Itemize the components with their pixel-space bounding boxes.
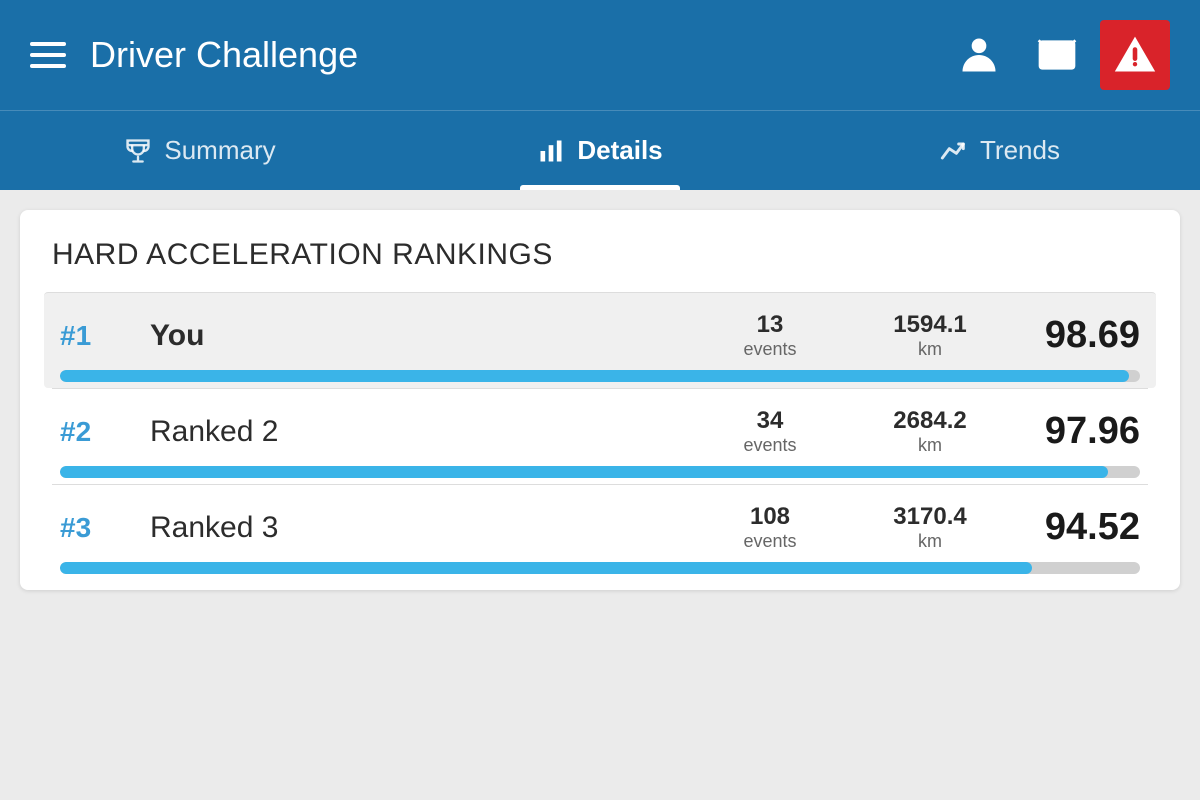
rank-1-events: 13 events: [690, 311, 850, 360]
rankings-card: HARD ACCELERATION RANKINGS #1 You 13 eve…: [20, 210, 1180, 590]
profile-button[interactable]: [944, 20, 1014, 90]
rank-2-events: 34 events: [690, 407, 850, 456]
ranking-list: #1 You 13 events 1594.1 km 98.69: [52, 292, 1148, 580]
rank-3-progress-fill: [60, 562, 1032, 574]
rank-2-progress-bar: [60, 466, 1140, 478]
message-button[interactable]: [1022, 20, 1092, 90]
rank-2-score: 97.96: [1010, 410, 1140, 453]
tab-details-label: Details: [577, 135, 662, 166]
rank-1-name: You: [150, 319, 690, 353]
trophy-icon: [124, 137, 152, 165]
rank-3-name: Ranked 3: [150, 511, 690, 545]
rank-3-events: 108 events: [690, 503, 850, 552]
tab-summary[interactable]: Summary: [0, 111, 400, 190]
bar-chart-icon: [537, 137, 565, 165]
rank-3-progress-bar: [60, 562, 1140, 574]
rank-1-score: 98.69: [1010, 314, 1140, 357]
rank-2-progress-fill: [60, 466, 1108, 478]
rank-3-number: #3: [60, 512, 150, 544]
ranking-item-3[interactable]: #3 Ranked 3 108 events 3170.4 km 94.52: [52, 484, 1148, 580]
rank-2-name: Ranked 2: [150, 415, 690, 449]
nav-tabs: Summary Details Trends: [0, 110, 1200, 190]
main-content: HARD ACCELERATION RANKINGS #1 You 13 eve…: [0, 190, 1200, 800]
message-icon: [1035, 33, 1079, 77]
page-title: Driver Challenge: [90, 34, 944, 76]
rank-1-progress-fill: [60, 370, 1129, 382]
ranking-item-2[interactable]: #2 Ranked 2 34 events 2684.2 km 97.96: [52, 388, 1148, 484]
rank-3-km: 3170.4 km: [850, 503, 1010, 552]
tab-trends[interactable]: Trends: [800, 111, 1200, 190]
tab-trends-label: Trends: [980, 135, 1060, 166]
tab-details[interactable]: Details: [400, 111, 800, 190]
rank-1-progress-bar: [60, 370, 1140, 382]
header-icons: [944, 20, 1170, 90]
menu-button[interactable]: [30, 42, 66, 68]
card-title: HARD ACCELERATION RANKINGS: [52, 238, 1148, 272]
rank-2-number: #2: [60, 416, 150, 448]
rank-1-km: 1594.1 km: [850, 311, 1010, 360]
tab-summary-label: Summary: [164, 135, 275, 166]
rank-3-score: 94.52: [1010, 506, 1140, 549]
rank-1-number: #1: [60, 320, 150, 352]
trend-icon: [940, 137, 968, 165]
header: Driver Challenge: [0, 0, 1200, 110]
rank-2-km: 2684.2 km: [850, 407, 1010, 456]
alert-icon: [1113, 33, 1157, 77]
ranking-item-1[interactable]: #1 You 13 events 1594.1 km 98.69: [44, 292, 1156, 388]
alert-button[interactable]: [1100, 20, 1170, 90]
profile-icon: [957, 33, 1001, 77]
